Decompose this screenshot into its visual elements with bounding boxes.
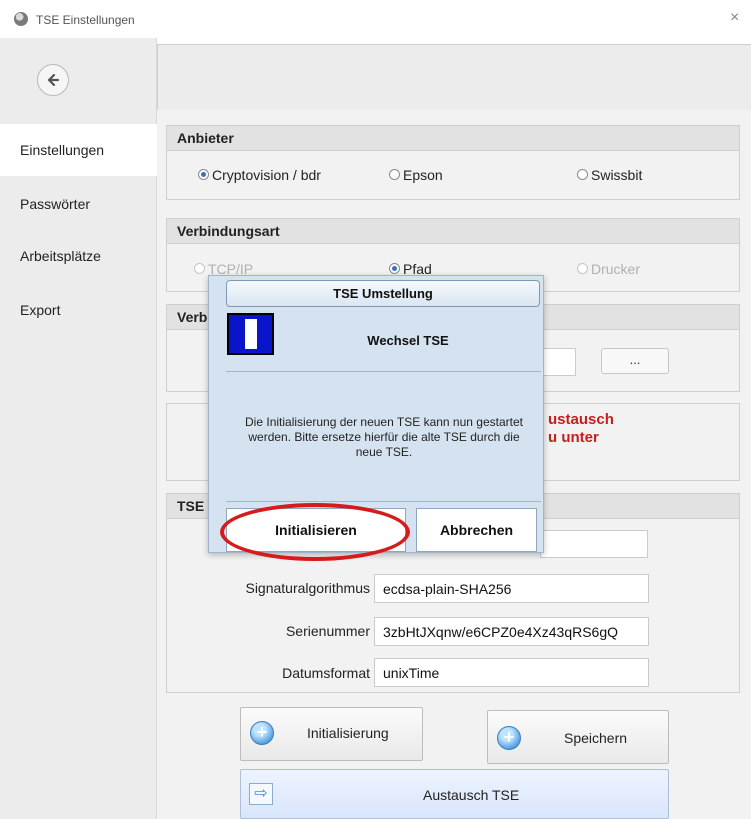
radio-swissbit[interactable]: Swissbit <box>577 166 642 184</box>
window-title: TSE Einstellungen <box>36 13 135 27</box>
serienummer-field[interactable]: 3zbHtJXqnw/e6CPZ0e4Xz43qRS6gQ <box>374 617 649 646</box>
back-button[interactable] <box>37 64 69 96</box>
radio-button-checked-icon <box>198 169 209 181</box>
top-toolbar-panel <box>157 44 751 110</box>
austausch-hint-line2: u unter <box>548 429 599 446</box>
speichern-label: Speichern <box>564 730 628 746</box>
sidebar-item-export[interactable]: Export <box>20 302 60 318</box>
plus-icon: + <box>250 721 274 745</box>
sidebar-item-passwoerter[interactable]: Passwörter <box>20 196 90 212</box>
austausch-hint-line1: ustausch <box>548 411 614 428</box>
warning-icon <box>227 313 274 355</box>
dialog-separator <box>226 371 541 372</box>
radio-cryptovision[interactable]: Cryptovision / bdr <box>198 166 321 184</box>
radio-button-icon <box>577 169 588 181</box>
dialog-message: Die Initialisierung der neuen TSE kann n… <box>245 415 523 459</box>
browse-button[interactable]: ... <box>601 348 669 374</box>
initialisierung-button[interactable]: + Initialisierung <box>240 707 423 761</box>
arrow-left-icon <box>47 73 60 87</box>
serienummer-label: Serienummer <box>285 623 370 639</box>
verbindungsart-title: Verbindungsart <box>177 223 280 239</box>
dialog-headline: Wechsel TSE <box>367 333 449 348</box>
dialog-title-wrap: TSE Umstellung <box>226 280 540 307</box>
sidebar-item-arbeitsplaetze[interactable]: Arbeitsplätze <box>20 248 101 264</box>
signaturalgorithmus-label: Signaturalgorithmus <box>245 580 370 596</box>
speichern-button[interactable]: + Speichern <box>487 710 669 764</box>
close-icon[interactable]: × <box>730 10 739 26</box>
dialog-separator <box>226 501 541 502</box>
radio-button-icon <box>389 169 400 181</box>
sidebar-item-einstellungen[interactable]: Einstellungen <box>20 142 104 158</box>
arrow-right-icon: ⇨ <box>249 783 273 805</box>
radio-epson[interactable]: Epson <box>389 166 443 184</box>
radio-button-icon <box>577 263 588 275</box>
app-icon <box>14 12 28 26</box>
dialog-title: TSE Umstellung <box>226 280 540 307</box>
datumsformat-field[interactable]: unixTime <box>374 658 649 687</box>
radio-button-icon <box>194 263 205 275</box>
austausch-tse-button[interactable]: ⇨ Austausch TSE <box>240 769 669 819</box>
tse-info-title: TSE I <box>177 498 213 514</box>
austausch-tse-label: Austausch TSE <box>423 787 520 803</box>
initialisieren-button[interactable]: Initialisieren <box>226 508 406 552</box>
datumsformat-label: Datumsformat <box>282 665 370 681</box>
signaturalgorithmus-field[interactable]: ecdsa-plain-SHA256 <box>374 574 649 603</box>
abbrechen-button[interactable]: Abbrechen <box>416 508 537 552</box>
radio-button-checked-icon <box>389 263 400 275</box>
tse-field-hidden[interactable] <box>540 530 648 558</box>
initialisierung-label: Initialisierung <box>307 725 389 741</box>
plus-icon: + <box>497 726 521 750</box>
anbieter-group: Anbieter <box>166 125 740 200</box>
verbindung-title: Verbi <box>177 309 212 325</box>
anbieter-title: Anbieter <box>177 130 234 146</box>
radio-drucker[interactable]: Drucker <box>577 260 640 278</box>
